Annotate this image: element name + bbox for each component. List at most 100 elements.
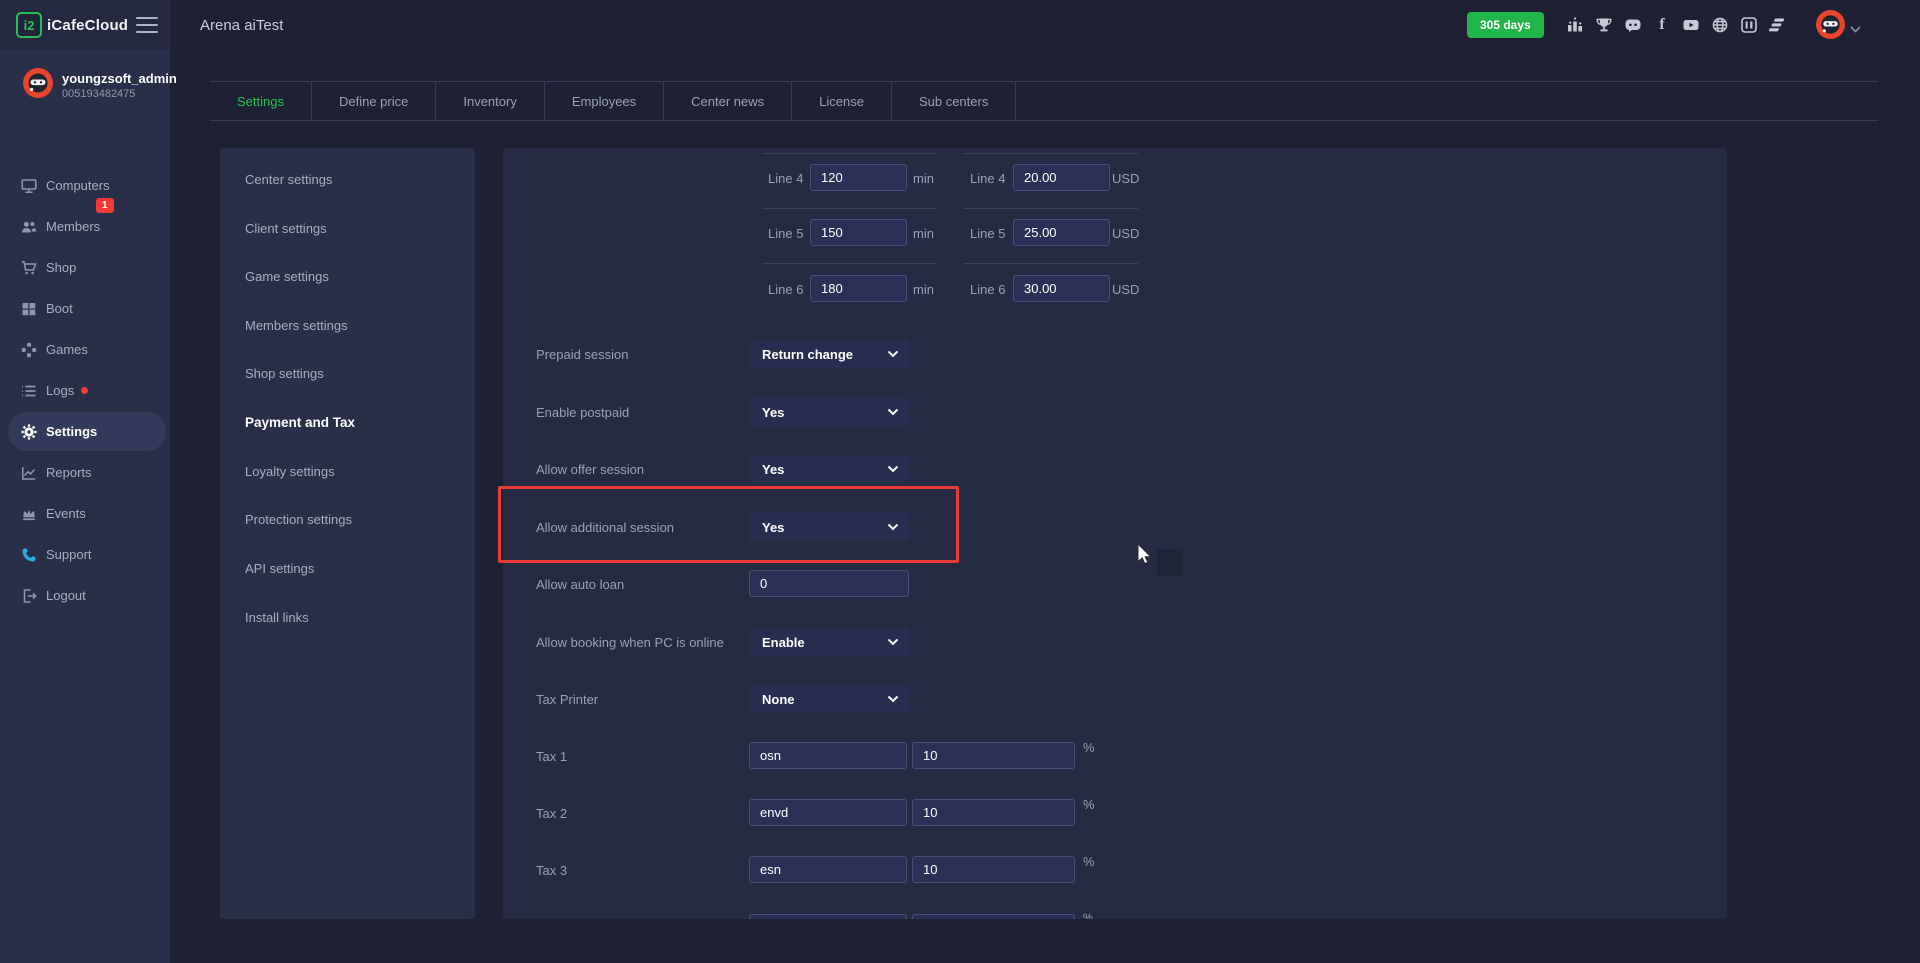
- line5-minutes-input[interactable]: [810, 219, 907, 246]
- line4-minutes-input[interactable]: [810, 164, 907, 191]
- leaderboard-icon[interactable]: [1566, 16, 1584, 34]
- tax2-name-input[interactable]: [749, 799, 907, 826]
- globe-icon[interactable]: [1711, 16, 1729, 34]
- nav-item-payment-and-tax[interactable]: Payment and Tax: [245, 415, 355, 430]
- cursor-shadow: [1157, 549, 1183, 576]
- line6-price-input[interactable]: [1013, 275, 1110, 302]
- row-divider: [762, 263, 937, 264]
- tax3-rate-input[interactable]: [912, 856, 1075, 883]
- center-name-title: Arena aiTest: [200, 0, 283, 50]
- tax3-name-input[interactable]: [749, 856, 907, 883]
- license-days-badge[interactable]: 305 days: [1467, 12, 1544, 38]
- content-tab-bar: Settings Define price Inventory Employee…: [210, 81, 1878, 121]
- chevron-down-icon: [887, 638, 899, 646]
- menu-icon[interactable]: [136, 17, 158, 33]
- nav-item-api-settings[interactable]: API settings: [245, 561, 314, 576]
- prepaid-session-select[interactable]: Return change: [749, 340, 909, 368]
- row-divider: [963, 208, 1138, 209]
- tax4-rate-input[interactable]: [912, 914, 1075, 919]
- allow-additional-session-label: Allow additional session: [536, 520, 674, 535]
- user-avatar[interactable]: [1816, 10, 1845, 39]
- sidebar-item-logs[interactable]: Logs: [0, 370, 170, 411]
- tax1-rate-input[interactable]: [912, 742, 1075, 769]
- line6-price-unit: USD: [1112, 282, 1139, 297]
- tab-employees[interactable]: Employees: [545, 82, 664, 120]
- nav-item-center-settings[interactable]: Center settings: [245, 172, 332, 187]
- discord-icon[interactable]: [1624, 16, 1642, 34]
- line4-minutes-unit: min: [913, 171, 934, 186]
- nav-item-protection-settings[interactable]: Protection settings: [245, 512, 352, 527]
- icafecloud-app: i2 iCafeCloud Arena aiTest 305 days: [0, 0, 1920, 963]
- topbar-icon-strip: f: [1566, 0, 1787, 50]
- row-divider: [963, 153, 1138, 154]
- facebook-icon[interactable]: f: [1653, 16, 1671, 34]
- members-count-badge: 1: [96, 198, 114, 213]
- trophy-icon[interactable]: [1595, 16, 1613, 34]
- chevron-down-icon: [887, 695, 899, 703]
- chevron-down-icon[interactable]: [1850, 20, 1861, 38]
- profile-username: youngzsoft_admin: [62, 71, 177, 86]
- tab-center-news[interactable]: Center news: [664, 82, 792, 120]
- tab-sub-centers[interactable]: Sub centers: [892, 82, 1016, 120]
- row-divider: [762, 153, 937, 154]
- youtube-icon[interactable]: [1682, 16, 1700, 34]
- profile-user-id: 005193482475: [62, 88, 135, 100]
- nav-item-shop-settings[interactable]: Shop settings: [245, 366, 324, 381]
- tax2-label: Tax 2: [536, 806, 567, 821]
- profile-avatar[interactable]: [23, 68, 53, 98]
- nav-item-game-settings[interactable]: Game settings: [245, 269, 329, 284]
- allow-booking-select[interactable]: Enable: [749, 628, 909, 656]
- line5-minutes-label: Line 5: [768, 226, 803, 241]
- sidebar-item-boot[interactable]: Boot: [0, 288, 170, 329]
- tax-printer-label: Tax Printer: [536, 692, 598, 707]
- sidebar-item-shop[interactable]: Shop: [0, 247, 170, 288]
- tax-printer-select[interactable]: None: [749, 685, 909, 713]
- icafecloud-logo-icon[interactable]: i2: [16, 12, 42, 38]
- tax3-unit: %: [1083, 854, 1095, 869]
- sidebar-item-logout[interactable]: Logout: [0, 575, 170, 616]
- line6-price-label: Line 6: [970, 282, 1005, 297]
- tax1-label: Tax 1: [536, 749, 567, 764]
- tab-inventory[interactable]: Inventory: [436, 82, 544, 120]
- allow-auto-loan-label: Allow auto loan: [536, 577, 624, 592]
- allow-additional-session-select[interactable]: Yes: [749, 513, 909, 541]
- logo-text[interactable]: iCafeCloud: [47, 0, 128, 50]
- nav-item-loyalty-settings[interactable]: Loyalty settings: [245, 464, 335, 479]
- allow-offer-session-label: Allow offer session: [536, 462, 644, 477]
- tax1-name-input[interactable]: [749, 742, 907, 769]
- icafecloud-icon[interactable]: [1740, 16, 1758, 34]
- settings-nav-panel: Center settings Client settings Game set…: [220, 148, 475, 919]
- enable-postpaid-select[interactable]: Yes: [749, 398, 909, 426]
- chevron-down-icon: [887, 523, 899, 531]
- sidebar-item-settings[interactable]: Settings: [0, 411, 170, 452]
- allow-offer-session-select[interactable]: Yes: [749, 455, 909, 483]
- sidebar-item-reports[interactable]: Reports: [0, 452, 170, 493]
- line5-price-input[interactable]: [1013, 219, 1110, 246]
- line4-price-input[interactable]: [1013, 164, 1110, 191]
- tab-define-price[interactable]: Define price: [312, 82, 436, 120]
- nav-item-members-settings[interactable]: Members settings: [245, 318, 348, 333]
- sidebar-item-events[interactable]: Events: [0, 493, 170, 534]
- tab-license[interactable]: License: [792, 82, 892, 120]
- enable-postpaid-label: Enable postpaid: [536, 405, 629, 420]
- sidebar-item-members[interactable]: Members 1: [0, 206, 170, 247]
- chevron-down-icon: [887, 350, 899, 358]
- sidebar-item-support[interactable]: Support: [0, 534, 170, 575]
- chevron-down-icon: [887, 408, 899, 416]
- tax2-rate-input[interactable]: [912, 799, 1075, 826]
- row-divider: [963, 263, 1138, 264]
- tax4-name-input[interactable]: [749, 914, 907, 919]
- sidebar-item-games[interactable]: Games: [0, 329, 170, 370]
- logs-notification-dot: [81, 387, 88, 394]
- nav-item-client-settings[interactable]: Client settings: [245, 221, 327, 236]
- layers-icon[interactable]: [1769, 16, 1787, 34]
- line6-minutes-input[interactable]: [810, 275, 907, 302]
- sidebar-item-computers[interactable]: Computers: [0, 165, 170, 206]
- line6-minutes-unit: min: [913, 282, 934, 297]
- line5-price-unit: USD: [1112, 226, 1139, 241]
- top-bar: i2 iCafeCloud Arena aiTest 305 days: [0, 0, 1920, 50]
- nav-item-install-links[interactable]: Install links: [245, 610, 309, 625]
- allow-auto-loan-input[interactable]: [749, 570, 909, 597]
- tab-settings[interactable]: Settings: [210, 82, 312, 120]
- chevron-down-icon: [887, 465, 899, 473]
